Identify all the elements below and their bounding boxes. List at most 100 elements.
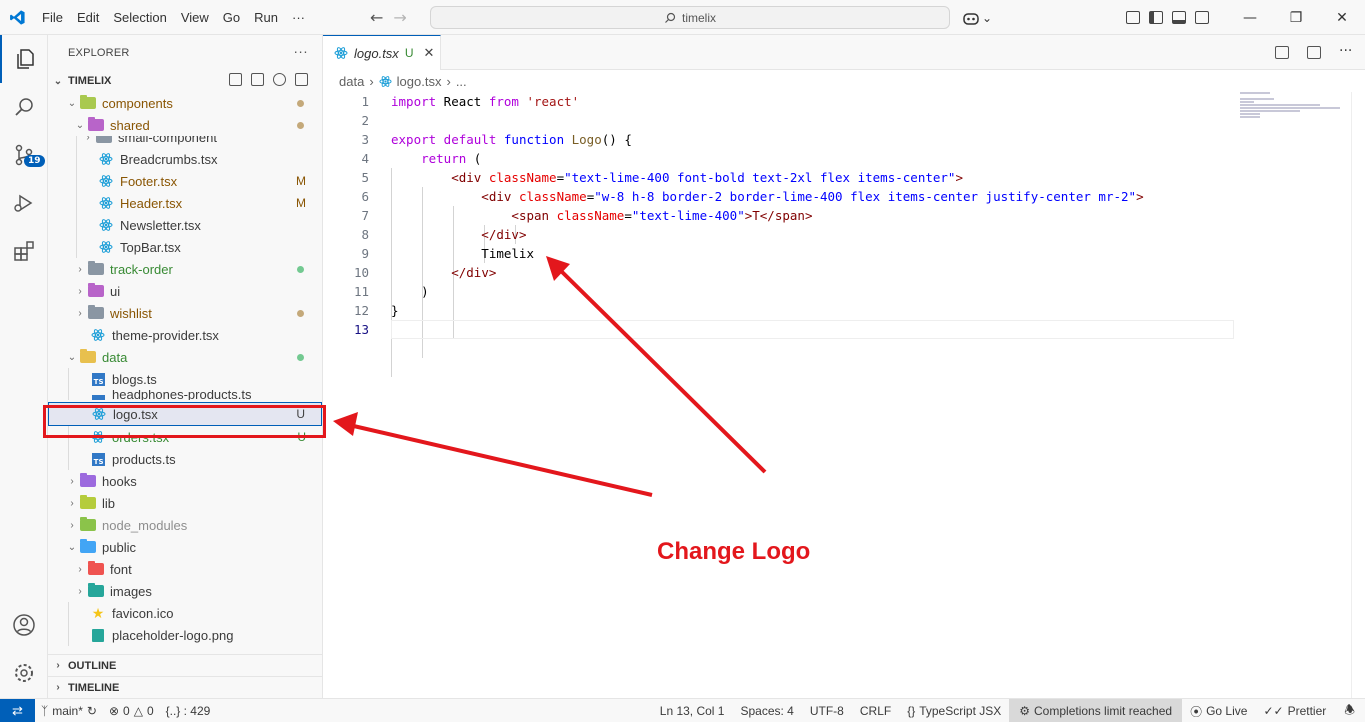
toggle-primary-sidebar-icon[interactable]	[1149, 11, 1163, 24]
menu-more[interactable]: ···	[285, 0, 312, 35]
menu-view[interactable]: View	[174, 0, 216, 35]
breadcrumb-file[interactable]: logo.tsx	[397, 74, 442, 89]
close-window-icon[interactable]: ✕	[1319, 0, 1365, 35]
tree-folder-ui[interactable]: › ui	[48, 280, 322, 302]
outline-label: OUTLINE	[68, 659, 117, 672]
more-actions-icon[interactable]: ···	[293, 43, 308, 59]
new-file-icon[interactable]	[229, 73, 242, 86]
chevron-down-icon: ⌄	[53, 75, 63, 87]
toggle-panel-icon[interactable]	[1172, 11, 1186, 24]
run-debug-icon[interactable]	[0, 179, 48, 227]
tab-logo-tsx[interactable]: logo.tsx U ✕	[323, 35, 441, 70]
tree-folder-data[interactable]: ⌄ data	[48, 346, 322, 368]
source-control-icon[interactable]: 19	[0, 131, 48, 179]
toggle-secondary-sidebar-icon[interactable]	[1195, 11, 1209, 24]
tree-file-breadcrumbs[interactable]: Breadcrumbs.tsx	[48, 148, 322, 170]
minimap[interactable]	[1240, 92, 1350, 122]
collapse-all-icon[interactable]	[295, 73, 308, 86]
annotation-highlight-box	[43, 405, 326, 438]
restore-icon[interactable]: ❐	[1273, 0, 1319, 35]
close-tab-icon[interactable]: ✕	[423, 45, 434, 61]
tree-folder-public[interactable]: ⌄ public	[48, 536, 322, 558]
encoding[interactable]: UTF-8	[802, 704, 852, 718]
title-bar: File Edit Selection View Go Run ··· ← → …	[0, 0, 1365, 35]
tree-folder-font[interactable]: › font	[48, 558, 322, 580]
indent-guide	[68, 624, 69, 646]
tree-file-headphones-products[interactable]: TS headphones-products.ts	[48, 390, 322, 400]
search-icon[interactable]	[0, 83, 48, 131]
tree-file-header[interactable]: Header.tsx M	[48, 192, 322, 214]
token-tag: div	[496, 227, 519, 242]
customize-layout-icon[interactable]	[1126, 11, 1140, 24]
tree-folder-shared[interactable]: ⌄ shared	[48, 114, 322, 136]
new-folder-icon[interactable]	[251, 73, 264, 86]
tree-folder-components[interactable]: ⌄ components	[48, 92, 322, 114]
token-tag: </	[391, 265, 467, 280]
menu-file[interactable]: File	[35, 0, 70, 35]
minimize-icon[interactable]: —	[1227, 0, 1273, 35]
menu-selection[interactable]: Selection	[106, 0, 173, 35]
token-tag: </	[391, 227, 497, 242]
token-tag: div	[466, 265, 489, 280]
prettier-status[interactable]: ✓✓ Prettier	[1255, 704, 1334, 718]
tree-folder-lib[interactable]: › lib	[48, 492, 322, 514]
tree-file-products[interactable]: TS products.ts	[48, 448, 322, 470]
open-changes-icon[interactable]	[1275, 46, 1289, 59]
go-live-button[interactable]: ⦿ Go Live	[1182, 703, 1255, 720]
problems-indicator[interactable]: ⊗ 0 △ 0	[103, 704, 160, 718]
line-number: 6	[361, 189, 369, 204]
tree-file-blogs[interactable]: TS blogs.ts	[48, 368, 322, 390]
workspace-root[interactable]: ⌄ TIMELIX	[48, 70, 322, 92]
editor-tabs: logo.tsx U ✕ ···	[323, 35, 1365, 70]
code-line-1: import React from 'react'	[391, 92, 1234, 111]
forward-arrow-icon[interactable]: →	[393, 8, 406, 27]
symbols-indicator[interactable]: {..} : 429	[160, 704, 217, 718]
tree-file-favicon[interactable]: ★ favicon.ico	[48, 602, 322, 624]
notifications-bell-icon[interactable]: 🕭	[1334, 701, 1365, 722]
menu-run[interactable]: Run	[247, 0, 285, 35]
extensions-icon[interactable]	[0, 227, 48, 275]
breadcrumb-folder[interactable]: data	[339, 74, 364, 89]
folder-icon	[96, 136, 112, 145]
editor-scrollbar[interactable]	[1351, 92, 1365, 698]
tree-file-placeholder-logo[interactable]: placeholder-logo.png	[48, 624, 322, 646]
tree-folder-hooks[interactable]: › hooks	[48, 470, 322, 492]
outline-section[interactable]: › OUTLINE	[48, 654, 322, 676]
indent-guide	[76, 192, 77, 214]
accounts-icon[interactable]	[0, 601, 48, 649]
back-arrow-icon[interactable]: ←	[370, 8, 383, 27]
tree-folder-wishlist[interactable]: › wishlist	[48, 302, 322, 324]
tree-folder-node-modules[interactable]: › node_modules	[48, 514, 322, 536]
tree-folder-track-order[interactable]: › track-order	[48, 258, 322, 280]
tree-file-topbar[interactable]: TopBar.tsx	[48, 236, 322, 258]
timeline-section[interactable]: › TIMELINE	[48, 676, 322, 698]
explorer-icon[interactable]	[0, 35, 48, 83]
menu-edit[interactable]: Edit	[70, 0, 106, 35]
settings-gear-icon[interactable]	[0, 649, 48, 697]
end-of-line[interactable]: CRLF	[852, 704, 899, 718]
copilot-button[interactable]: ⌄	[962, 0, 992, 35]
menu-go[interactable]: Go	[216, 0, 247, 35]
tree-folder-small-component[interactable]: › small-component	[48, 136, 322, 148]
tree-folder-images[interactable]: › images	[48, 580, 322, 602]
breadcrumb-more[interactable]: ...	[456, 74, 467, 89]
command-center[interactable]: timelix	[430, 6, 950, 29]
chevron-right-icon: ›	[78, 307, 82, 319]
refresh-icon[interactable]	[273, 73, 286, 86]
completions-status[interactable]: ⚙ Completions limit reached	[1009, 699, 1183, 722]
language-mode[interactable]: {} TypeScript JSX	[899, 704, 1009, 718]
split-editor-icon[interactable]	[1307, 46, 1321, 59]
folder-components-icon	[80, 95, 96, 111]
more-actions-icon[interactable]: ···	[1339, 44, 1353, 59]
tree-file-footer[interactable]: Footer.tsx M	[48, 170, 322, 192]
branch-indicator[interactable]: ᛉ main* ↻	[35, 704, 103, 718]
tree-file-theme-provider[interactable]: theme-provider.tsx	[48, 324, 322, 346]
remote-indicator-icon[interactable]: ⇄	[0, 698, 35, 722]
tree-item-label: favicon.ico	[112, 605, 174, 621]
indentation[interactable]: Spaces: 4	[732, 704, 801, 718]
code-editor[interactable]: import React from 'react' export default…	[391, 92, 1234, 377]
react-icon	[334, 47, 348, 59]
cursor-position[interactable]: Ln 13, Col 1	[652, 704, 733, 718]
tree-file-newsletter[interactable]: Newsletter.tsx	[48, 214, 322, 236]
indent-guide	[76, 148, 77, 170]
